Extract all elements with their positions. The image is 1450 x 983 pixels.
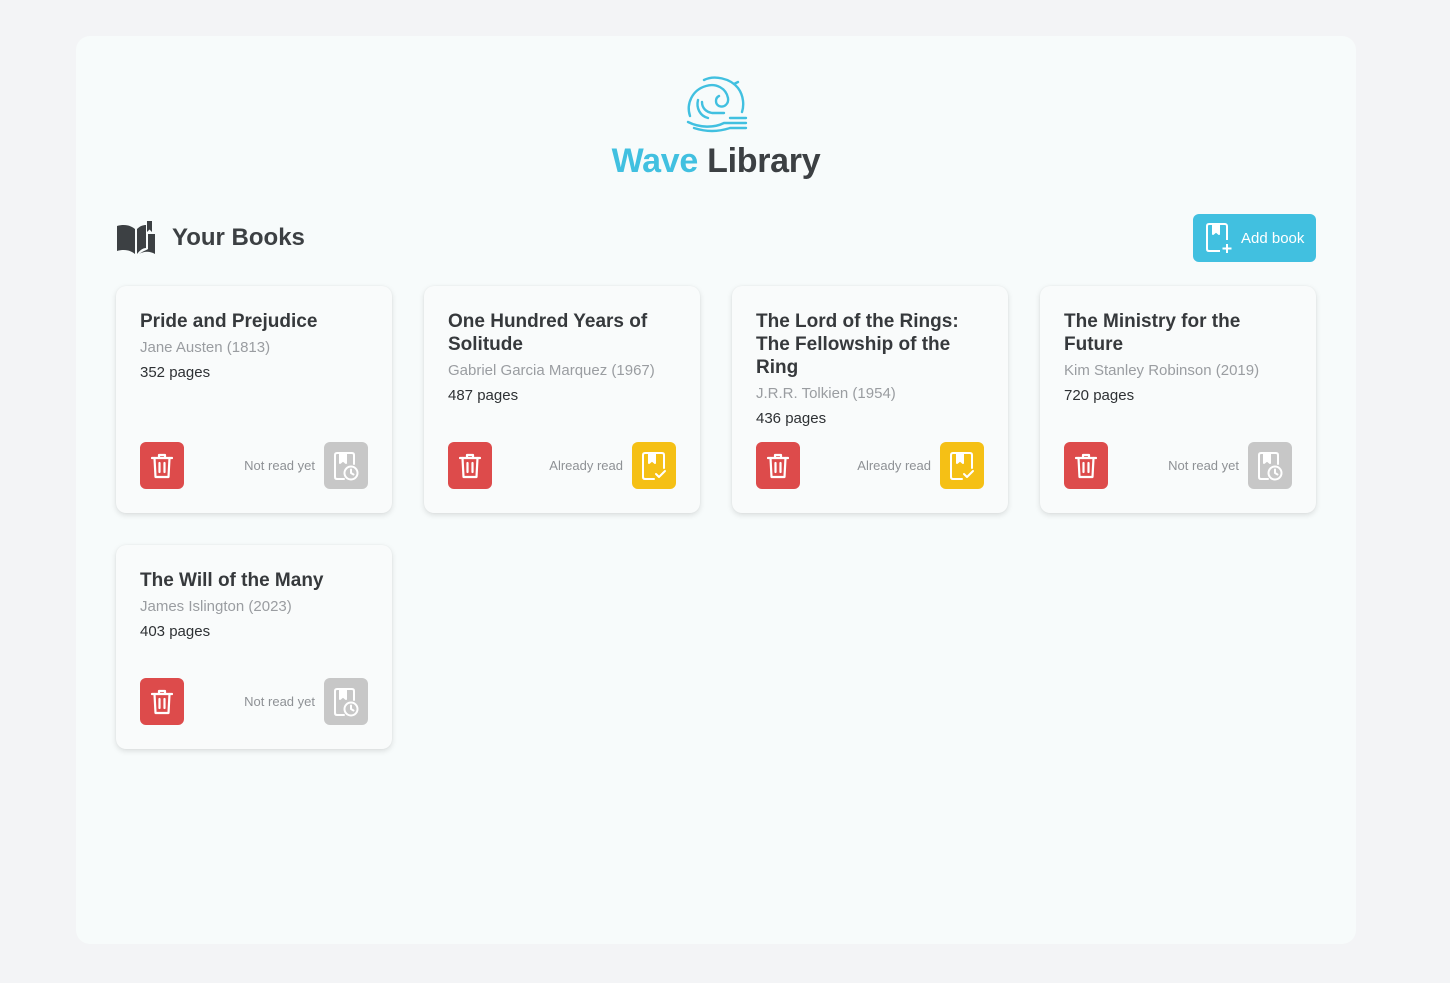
toggle-read-button[interactable] — [940, 442, 984, 489]
book-actions: Not read yet — [140, 442, 368, 489]
read-status-label: Not read yet — [244, 458, 315, 473]
book-title: The Ministry for the Future — [1064, 311, 1241, 355]
book-author: Gabriel Garcia Marquez (1967) — [448, 362, 655, 379]
book-author: Kim Stanley Robinson (2019) — [1064, 362, 1260, 379]
book-actions: Not read yet — [140, 678, 368, 725]
read-status-label: Already read — [549, 458, 623, 473]
book-title: Pride and Prejudice — [140, 311, 318, 332]
book-pages: 436 pages — [756, 410, 827, 427]
book-card: The Will of the Many James Islington (202… — [116, 545, 392, 749]
toggle-read-button[interactable] — [1248, 442, 1292, 489]
toggle-read-button[interactable] — [324, 442, 368, 489]
read-status: Already read — [549, 442, 676, 489]
read-status-label: Not read yet — [244, 694, 315, 709]
read-status: Not read yet — [244, 442, 368, 489]
section-title: Your Books — [172, 224, 305, 251]
app-title: Wave Library — [612, 142, 821, 181]
book-title: The Lord of the Rings: The Fellowship of… — [756, 311, 959, 378]
book-pages: 720 pages — [1064, 387, 1135, 404]
book-title: The Will of the Many — [140, 570, 324, 591]
book-card: The Lord of the Rings: The Fellowship of… — [732, 286, 1008, 513]
book-pages: 352 pages — [140, 364, 211, 381]
open-book-icon — [117, 221, 155, 254]
book-card: Pride and Prejudice Jane Austen (1813) 352… — [116, 286, 392, 513]
wave-logo-icon — [686, 76, 748, 133]
book-pending-clock-icon — [1257, 451, 1283, 481]
toggle-read-button[interactable] — [632, 442, 676, 489]
app-title-accent: Wave — [611, 142, 699, 180]
trash-icon — [151, 689, 173, 715]
book-read-check-icon — [641, 451, 667, 481]
add-book-label: Add book — [1241, 229, 1305, 247]
book-pending-clock-icon — [333, 687, 359, 717]
book-actions: Already read — [448, 442, 676, 489]
book-pages: 403 pages — [140, 623, 211, 640]
add-book-button[interactable]: Add book — [1193, 214, 1316, 262]
book-author: Jane Austen (1813) — [140, 339, 271, 356]
delete-book-button[interactable] — [140, 442, 184, 489]
book-read-check-icon — [949, 451, 975, 481]
trash-icon — [1075, 453, 1097, 479]
delete-book-button[interactable] — [756, 442, 800, 489]
trash-icon — [151, 453, 173, 479]
book-title: One Hundred Years of Solitude — [448, 311, 648, 355]
delete-book-button[interactable] — [448, 442, 492, 489]
book-actions: Already read — [756, 442, 984, 489]
delete-book-button[interactable] — [1064, 442, 1108, 489]
add-book-icon — [1206, 223, 1232, 253]
book-author: James Islington (2023) — [140, 598, 292, 615]
delete-book-button[interactable] — [140, 678, 184, 725]
app-title-rest: Library — [707, 142, 821, 180]
trash-icon — [767, 453, 789, 479]
section-header: Your Books — [116, 220, 305, 256]
read-status: Not read yet — [244, 678, 368, 725]
read-status: Not read yet — [1168, 442, 1292, 489]
book-card: The Ministry for the Future Kim Stanley R… — [1040, 286, 1316, 513]
book-card: One Hundred Years of Solitude Gabriel Gar… — [424, 286, 700, 513]
library-panel: Wave Library Your Books Add book Pride a… — [76, 36, 1356, 944]
read-status-label: Already read — [857, 458, 931, 473]
book-actions: Not read yet — [1064, 442, 1292, 489]
book-pages: 487 pages — [448, 387, 519, 404]
read-status-label: Not read yet — [1168, 458, 1239, 473]
brand-header: Wave Library — [76, 76, 1356, 181]
toggle-read-button[interactable] — [324, 678, 368, 725]
read-status: Already read — [857, 442, 984, 489]
trash-icon — [459, 453, 481, 479]
book-author: J.R.R. Tolkien (1954) — [756, 385, 896, 402]
book-pending-clock-icon — [333, 451, 359, 481]
